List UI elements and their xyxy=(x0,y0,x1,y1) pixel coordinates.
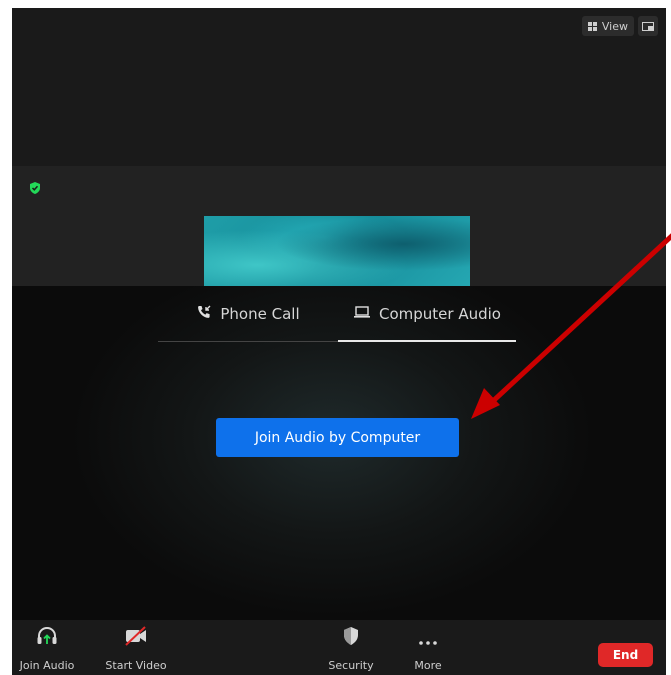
top-controls: View xyxy=(581,16,658,36)
grid-icon xyxy=(587,21,598,31)
phone-incoming-icon xyxy=(196,304,212,324)
headphones-icon xyxy=(36,626,58,650)
tab-label: Phone Call xyxy=(220,304,300,323)
shield-check-icon[interactable] xyxy=(28,180,42,194)
tab-divider xyxy=(158,341,338,342)
speaker-view-area: View xyxy=(12,8,666,166)
meeting-window: View Phone Call Computer Audio Join Audi… xyxy=(12,8,666,675)
participant-strip xyxy=(12,166,666,286)
video-off-icon xyxy=(123,626,149,650)
join-audio-label: Join Audio xyxy=(19,659,75,672)
security-button[interactable]: Security xyxy=(326,620,376,675)
active-tab-indicator xyxy=(338,340,516,342)
view-label: View xyxy=(601,19,628,33)
join-audio-by-computer-button[interactable]: Join Audio by Computer xyxy=(216,418,459,457)
tab-computer-audio[interactable]: Computer Audio xyxy=(338,286,516,341)
video-thumbnail xyxy=(204,216,470,286)
join-audio-dialog: Phone Call Computer Audio Join Audio by … xyxy=(12,286,666,620)
laptop-icon xyxy=(353,305,371,323)
start-video-label: Start Video xyxy=(105,659,167,672)
tab-phone-call[interactable]: Phone Call xyxy=(158,286,338,341)
more-dots-icon xyxy=(418,631,438,650)
more-button[interactable]: More xyxy=(406,620,450,675)
minimize-window-icon xyxy=(642,17,654,36)
view-button[interactable]: View xyxy=(581,16,634,36)
tab-label: Computer Audio xyxy=(379,304,501,323)
security-label: Security xyxy=(328,659,374,672)
meeting-toolbar: Join Audio Start Video Security More End xyxy=(12,620,666,675)
audio-tabs: Phone Call Computer Audio xyxy=(158,286,516,342)
minimize-window-button[interactable] xyxy=(638,16,658,36)
end-meeting-button[interactable]: End xyxy=(598,643,653,667)
join-audio-button[interactable]: Join Audio xyxy=(12,620,82,675)
more-label: More xyxy=(414,659,442,672)
shield-icon xyxy=(342,626,360,650)
start-video-button[interactable]: Start Video xyxy=(98,620,174,675)
